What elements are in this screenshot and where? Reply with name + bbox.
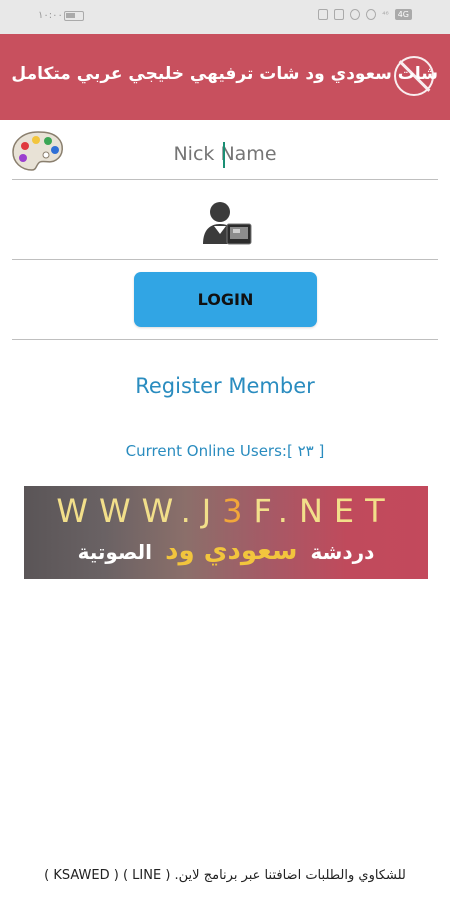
status-time: ١٠:٠٠ bbox=[38, 10, 63, 21]
promo-banner[interactable]: WWW.J3F.NET دردشة سعودي ود الصوتية bbox=[24, 486, 428, 579]
notification-icon bbox=[334, 9, 345, 20]
banner-url-prefix: WWW.J bbox=[56, 492, 223, 530]
banner-text-voice: الصوتية bbox=[77, 540, 153, 564]
palette-icon[interactable] bbox=[10, 128, 66, 174]
text-cursor bbox=[223, 142, 225, 168]
banner-url-highlight: 3 bbox=[222, 492, 254, 530]
battery-icon bbox=[64, 11, 84, 21]
status-icons: ⁴⁶ 4G bbox=[318, 9, 412, 20]
banner-subtitle: دردشة سعودي ود الصوتية bbox=[24, 536, 428, 566]
divider bbox=[12, 179, 438, 180]
user-avatar-icon[interactable] bbox=[200, 198, 252, 248]
divider bbox=[12, 339, 438, 340]
sim-icon bbox=[318, 9, 329, 20]
divider bbox=[12, 259, 438, 260]
nick-name-input[interactable] bbox=[90, 130, 360, 178]
banner-url-suffix: F.NET bbox=[253, 492, 396, 530]
banner-text-chat: دردشة bbox=[310, 540, 375, 564]
status-bar: ١٠:٠٠ ⁴⁶ 4G bbox=[0, 0, 450, 34]
network-badge: 4G bbox=[394, 9, 412, 20]
signal-icon: ⁴⁶ bbox=[382, 10, 389, 19]
app-header: شات سعودي ود شات ترفيهي خليجي عربي متكام… bbox=[0, 34, 450, 120]
online-users-count: Current Online Users:[ ٢٣ ] bbox=[125, 442, 325, 460]
footer-contact-note: للشكاوي والطلبات اضافتنا عبر برنامج لاين… bbox=[44, 868, 406, 883]
banner-url: WWW.J3F.NET bbox=[24, 492, 428, 530]
login-button[interactable]: LOGIN bbox=[134, 272, 317, 327]
whatsapp-icon bbox=[350, 9, 361, 20]
logout-icon[interactable] bbox=[394, 56, 434, 96]
app-title: شات سعودي ود شات ترفيهي خليجي عربي متكام… bbox=[11, 64, 438, 84]
register-member-link[interactable]: Register Member bbox=[0, 374, 450, 398]
banner-text-brand: سعودي ود bbox=[165, 536, 298, 566]
facebook-icon bbox=[366, 9, 377, 20]
